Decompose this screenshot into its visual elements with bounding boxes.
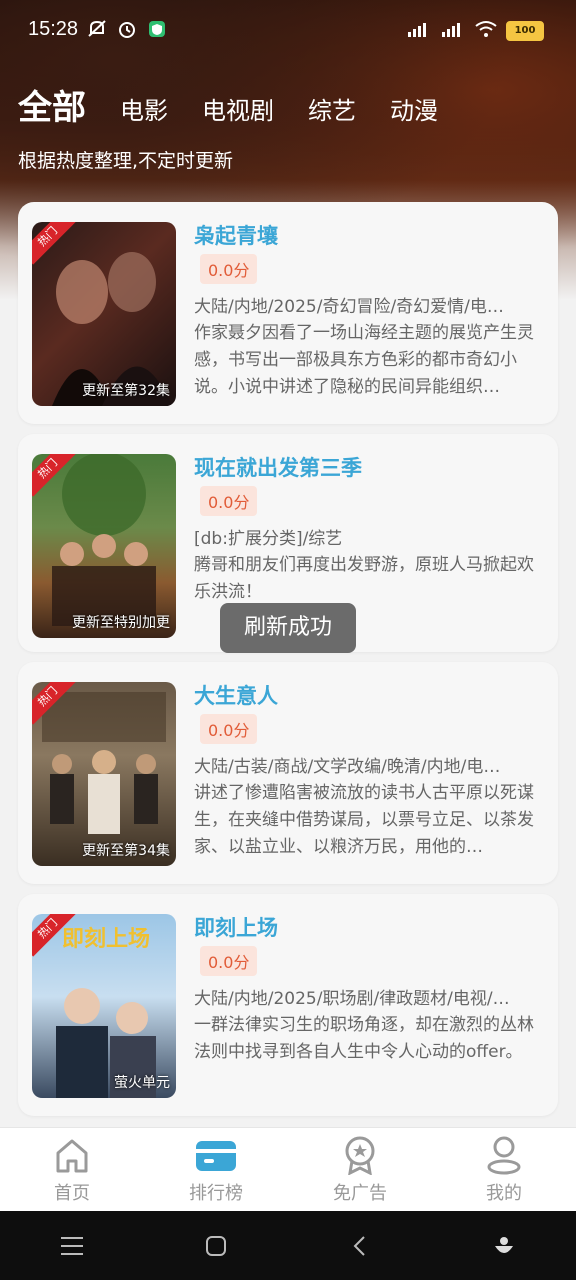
toast-message: 刷新成功 xyxy=(220,603,356,653)
profile-icon xyxy=(487,1136,521,1175)
status-bar: 15:28 100 xyxy=(0,0,576,62)
item-title[interactable]: 枭起青壤 xyxy=(194,220,278,250)
nav-no-ads[interactable]: 免广告 xyxy=(288,1128,432,1212)
poster-image: 热门 更新至特别加更 xyxy=(32,454,176,638)
item-title[interactable]: 大生意人 xyxy=(194,680,278,710)
item-description: 腾哥和朋友们再度出发野游，原班人马掀起欢乐洪流！ xyxy=(194,555,534,602)
item-meta: 大陆/古装/商战/文学改编/晚清/内地/电… xyxy=(194,757,501,777)
score-badge: 0.0分 xyxy=(200,486,258,516)
item-description: 作家聂夕因看了一场山海经主题的展览产生灵感，书写出一部极具东方色彩的都市奇幻小说… xyxy=(194,323,534,397)
alarm-icon xyxy=(116,18,138,40)
nav-home[interactable]: 首页 xyxy=(0,1128,144,1212)
list-item[interactable]: 热门 更新至第34集 大生意人 0.0分 大陆/古装/商战/文学改编/晚清/内地… xyxy=(18,662,558,884)
status-time: 15:28 xyxy=(28,18,79,40)
bottom-navigation: 首页 排行榜 免广告 我的 xyxy=(0,1127,576,1212)
back-icon[interactable] xyxy=(340,1226,380,1266)
home-icon xyxy=(56,1139,88,1173)
tab-movie[interactable]: 电影 xyxy=(120,91,168,126)
category-tabs: 全部 电影 电视剧 综艺 动漫 xyxy=(18,80,438,129)
tab-variety[interactable]: 综艺 xyxy=(308,91,356,126)
nav-home-label: 首页 xyxy=(54,1183,90,1204)
update-label: 更新至第32集 xyxy=(82,383,170,399)
item-description: 讲述了惨遭陷害被流放的读书人古平原以死谋生，在夹缝中借势谋局，以票号立足、以茶发… xyxy=(194,783,534,857)
score-badge: 0.0分 xyxy=(200,254,258,284)
mute-icon xyxy=(86,18,108,40)
page-subtitle: 根据热度整理,不定时更新 xyxy=(18,150,234,172)
item-description: 一群法律实习生的职场角逐，却在激烈的丛林法则中找寻到各自人生中令人心动的offe… xyxy=(194,1015,534,1062)
svg-text:即刻上场: 即刻上场 xyxy=(62,926,150,952)
wifi-icon xyxy=(474,20,498,42)
system-navigation-bar xyxy=(0,1211,576,1280)
item-meta: 大陆/内地/2025/职场剧/律政题材/电视/… xyxy=(194,989,510,1009)
list-item[interactable]: 即刻上场 热门 萤火单元 即刻上场 0.0分 大陆/内地/2025/职场剧/律政… xyxy=(18,894,558,1116)
item-title[interactable]: 即刻上场 xyxy=(194,912,278,942)
signal-icon-2 xyxy=(440,20,466,42)
item-title[interactable]: 现在就出发第三季 xyxy=(194,452,362,482)
poster-image: 热门 更新至第32集 xyxy=(32,222,176,406)
home-square-icon[interactable] xyxy=(196,1226,236,1266)
nav-ranking-label: 排行榜 xyxy=(189,1183,243,1204)
nav-profile[interactable]: 我的 xyxy=(432,1128,576,1212)
tab-all[interactable]: 全部 xyxy=(18,80,86,129)
nav-ranking[interactable]: 排行榜 xyxy=(144,1128,288,1212)
ranking-card-icon xyxy=(196,1141,236,1171)
battery-icon: 100 xyxy=(506,21,544,41)
nav-profile-label: 我的 xyxy=(486,1183,522,1204)
tab-tv[interactable]: 电视剧 xyxy=(202,91,274,126)
signal-icon xyxy=(406,20,432,42)
list-item[interactable]: 热门 更新至第32集 枭起青壤 0.0分 大陆/内地/2025/奇幻冒险/奇幻爱… xyxy=(18,202,558,424)
shield-app-icon xyxy=(146,18,168,40)
item-meta: 大陆/内地/2025/奇幻冒险/奇幻爱情/电… xyxy=(194,297,504,317)
poster-image: 即刻上场 热门 萤火单元 xyxy=(32,914,176,1098)
poster-image: 热门 更新至第34集 xyxy=(32,682,176,866)
item-meta: [db:扩展分类]/综艺 xyxy=(194,529,343,549)
assistant-icon[interactable] xyxy=(484,1226,524,1266)
nav-no-ads-label: 免广告 xyxy=(333,1183,387,1204)
tab-anime[interactable]: 动漫 xyxy=(390,91,438,126)
update-label: 更新至第34集 xyxy=(82,843,170,859)
score-badge: 0.0分 xyxy=(200,714,258,744)
menu-icon[interactable] xyxy=(52,1226,92,1266)
update-label: 更新至特别加更 xyxy=(72,615,170,631)
update-label: 萤火单元 xyxy=(114,1075,170,1091)
score-badge: 0.0分 xyxy=(200,946,258,976)
medal-icon xyxy=(345,1136,375,1175)
